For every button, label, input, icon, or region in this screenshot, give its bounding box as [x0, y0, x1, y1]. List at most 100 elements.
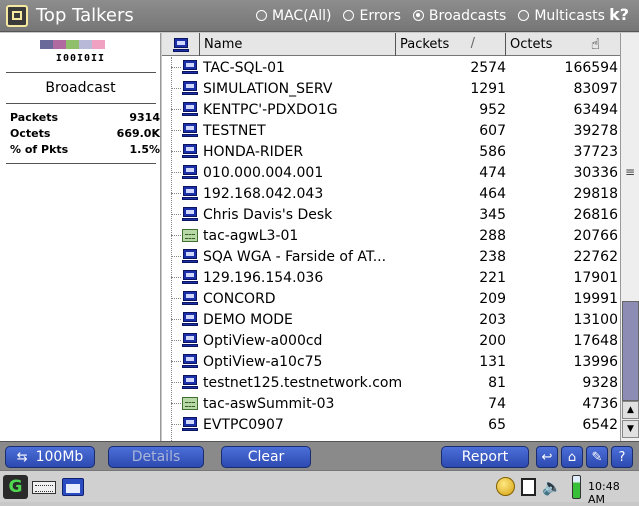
cell-packets: 221	[479, 269, 506, 286]
section-title: Broadcast	[45, 80, 116, 96]
stats-list: Packets 9314 Octets 669.0K % of Pkts 1.5%	[10, 111, 160, 159]
cell-octets: 13100	[573, 311, 618, 328]
table-row[interactable]: tac-aswSummit-03 74 4736	[162, 393, 620, 414]
vertical-scrollbar[interactable]: ≡ ▲ ▼	[620, 33, 639, 441]
cell-packets: 2574	[470, 59, 506, 76]
tree-branch	[171, 361, 181, 362]
switch-icon	[182, 397, 198, 410]
wrench-icon: ✎	[591, 449, 603, 465]
column-header-name[interactable]: Name	[200, 33, 396, 56]
mode-broadcasts-radio[interactable]: Broadcasts	[412, 8, 506, 24]
table-row[interactable]: SQA WGA - Farside of AT... 238 22762	[162, 246, 620, 267]
table-row[interactable]: TESTNET 607 39278	[162, 120, 620, 141]
computer-icon	[182, 206, 198, 222]
computer-icon	[182, 248, 198, 264]
table-row[interactable]: HONDA-RIDER 586 37723	[162, 141, 620, 162]
cell-name: Chris Davis's Desk	[203, 206, 333, 223]
cell-name: CONCORD	[203, 290, 276, 307]
cell-packets: 345	[479, 206, 506, 223]
table-row[interactable]: EVTPC0907 65 6542	[162, 414, 620, 435]
table-row[interactable]: 129.196.154.036 221 17901	[162, 267, 620, 288]
keyboard-icon[interactable]	[32, 481, 56, 494]
cell-packets: 74	[488, 395, 506, 412]
window-list-icon[interactable]	[62, 478, 84, 496]
column-header-icon[interactable]	[162, 33, 200, 56]
cell-name: EVTPC0907	[203, 416, 284, 433]
report-button[interactable]: Report	[441, 446, 529, 468]
app-window-icon[interactable]	[6, 4, 28, 27]
details-button[interactable]: Details	[108, 446, 204, 468]
divider	[6, 103, 156, 104]
column-header-packets[interactable]: Packets /	[396, 33, 506, 56]
mode-mac-all-radio[interactable]: MAC(All)	[256, 8, 331, 24]
cell-octets: 63494	[573, 101, 618, 118]
scroll-down-button[interactable]: ▼	[622, 420, 639, 438]
cell-octets: 29818	[573, 185, 618, 202]
table-row[interactable]: 192.168.042.043 464 29818	[162, 183, 620, 204]
splitter-grip-icon[interactable]: ≡	[625, 165, 635, 179]
cell-packets: 464	[479, 185, 506, 202]
mode-errors-radio[interactable]: Errors	[343, 8, 401, 24]
swatch-2	[53, 40, 66, 49]
computer-icon	[182, 185, 198, 201]
start-button[interactable]: G	[3, 475, 28, 499]
home-button[interactable]: ⌂	[561, 446, 583, 468]
cell-octets: 17901	[573, 269, 618, 286]
tree-branch	[171, 277, 181, 278]
table-row[interactable]: 010.000.004.001 474 30336	[162, 162, 620, 183]
mode-multicasts-radio[interactable]: Multicasts	[518, 8, 605, 24]
swatch-3	[66, 40, 79, 49]
cell-octets: 17648	[573, 332, 618, 349]
tree-branch	[171, 130, 181, 131]
taskbar: G 🔈 10:48 AM	[0, 470, 639, 506]
column-header-octets[interactable]: Octets ☝	[506, 33, 620, 56]
scrollbar-thumb[interactable]	[622, 301, 639, 401]
home-icon: ⌂	[567, 449, 577, 465]
cell-name: TAC-SQL-01	[203, 59, 285, 76]
cell-octets: 4736	[582, 395, 618, 412]
tree-branch	[171, 172, 181, 173]
radio-dot-icon	[343, 10, 355, 21]
cell-name: KENTPC'-PDXDO1G	[203, 101, 338, 118]
computer-icon	[182, 269, 198, 285]
table-row[interactable]: OptiView-a10c75 131 13996	[162, 351, 620, 372]
table-row[interactable]: Chris Davis's Desk 345 26816	[162, 204, 620, 225]
table-row[interactable]: KENTPC'-PDXDO1G 952 63494	[162, 99, 620, 120]
table-row[interactable]: testnet125.testnetwork.com 81 9328	[162, 372, 620, 393]
back-button[interactable]: ↩	[536, 446, 558, 468]
table-row[interactable]: TAC-SQL-01 2574 166594	[162, 57, 620, 78]
context-help-icon[interactable]: k?	[609, 5, 629, 24]
network-status-icon[interactable]	[496, 477, 515, 496]
cell-octets: 6542	[582, 416, 618, 433]
help-button[interactable]: ?	[611, 446, 633, 468]
table-row[interactable]: OptiView-a000cd 200 17648	[162, 330, 620, 351]
swap-arrows-icon: ⇆	[16, 449, 28, 465]
scroll-up-button[interactable]: ▲	[622, 401, 639, 419]
computer-icon	[182, 311, 198, 327]
tree-branch	[171, 298, 181, 299]
cell-octets: 13996	[573, 353, 618, 370]
tree-branch	[171, 319, 181, 320]
cell-packets: 65	[488, 416, 506, 433]
battery-icon[interactable]	[572, 475, 581, 499]
radio-dot-selected-icon	[412, 10, 424, 21]
cell-octets: 26816	[573, 206, 618, 223]
tree-branch	[171, 88, 181, 89]
cell-octets: 22762	[573, 248, 618, 265]
table-row[interactable]: SIMULATION_SERV 1291 83097	[162, 78, 620, 99]
speed-button[interactable]: ⇆ 100Mb	[5, 446, 95, 468]
cell-packets: 200	[479, 332, 506, 349]
clipboard-icon[interactable]	[521, 478, 536, 496]
cell-name: SQA WGA - Farside of AT...	[203, 248, 387, 265]
table-header: Name Packets / Octets ☝	[162, 33, 620, 56]
table-body: TAC-SQL-01 2574 166594 SIMULATION_SERV 1291 8…	[162, 57, 620, 435]
cell-name: OptiView-a10c75	[203, 353, 323, 370]
tools-button[interactable]: ✎	[586, 446, 608, 468]
clear-button[interactable]: Clear	[221, 446, 311, 468]
table-row[interactable]: tac-agwL3-01 288 20766	[162, 225, 620, 246]
table-row[interactable]: CONCORD 209 19991	[162, 288, 620, 309]
table-row[interactable]: DEMO MODE 203 13100	[162, 309, 620, 330]
speaker-icon[interactable]: 🔈	[542, 477, 562, 496]
cell-name: OptiView-a000cd	[203, 332, 323, 349]
cell-packets: 209	[479, 290, 506, 307]
